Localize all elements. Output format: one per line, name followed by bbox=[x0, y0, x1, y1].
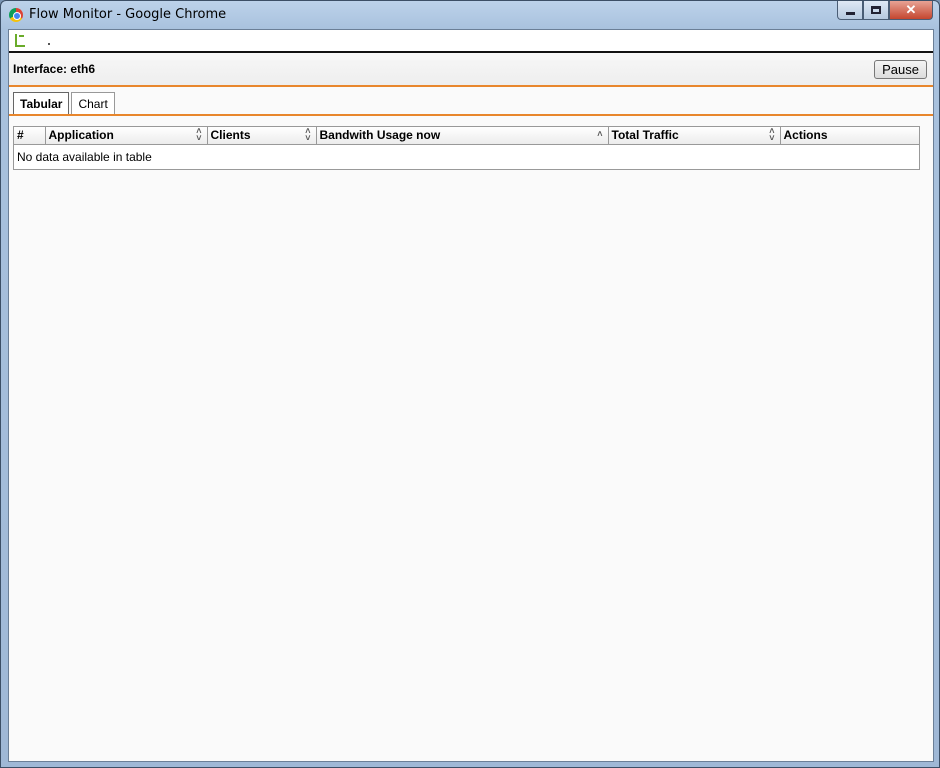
flows-table: # Application ˄ ˅ Clients ˄ ˅ Bandwith Usage… bbox=[13, 126, 920, 170]
column-header-actions: Actions bbox=[780, 127, 919, 145]
page-icon bbox=[15, 34, 25, 47]
browser-window: Flow Monitor - Google Chrome ✕ Interface… bbox=[0, 0, 940, 768]
column-header-application[interactable]: Application ˄ ˅ bbox=[45, 126, 208, 145]
table-header-row: # Application ˄ ˅ Clients ˄ ˅ Bandwith Usage… bbox=[14, 126, 919, 145]
sort-both-icon: ˄ ˅ bbox=[196, 126, 202, 143]
column-header-total-traffic[interactable]: Total Traffic ˄ ˅ bbox=[608, 126, 781, 145]
panel-header: Interface: eth6 Pause bbox=[9, 53, 933, 87]
sort-both-icon: ˄ ˅ bbox=[769, 126, 775, 143]
minimize-icon bbox=[845, 11, 855, 15]
page-content: Interface: eth6 Pause Tabular Chart # Ap… bbox=[8, 29, 934, 762]
tab-tabular[interactable]: Tabular bbox=[13, 92, 70, 114]
caption-buttons: ✕ bbox=[837, 1, 933, 20]
address-bar[interactable] bbox=[9, 30, 933, 53]
column-header-clients[interactable]: Clients ˄ ˅ bbox=[207, 126, 317, 145]
address-text bbox=[48, 43, 50, 45]
column-header-bandwidth[interactable]: Bandwith Usage now ˄ bbox=[316, 127, 609, 145]
empty-table-message: No data available in table bbox=[17, 149, 152, 164]
close-button[interactable]: ✕ bbox=[889, 1, 933, 20]
maximize-button[interactable] bbox=[863, 1, 889, 20]
table-row: No data available in table bbox=[14, 144, 919, 169]
tab-chart[interactable]: Chart bbox=[71, 92, 115, 114]
sort-asc-icon: ˄ bbox=[597, 129, 603, 139]
sort-both-icon: ˄ ˅ bbox=[305, 126, 311, 143]
title-bar[interactable]: Flow Monitor - Google Chrome ✕ bbox=[1, 1, 939, 29]
maximize-icon bbox=[871, 6, 881, 14]
interface-title: Interface: eth6 bbox=[13, 62, 96, 76]
column-header-index[interactable]: # bbox=[14, 127, 46, 145]
minimize-button[interactable] bbox=[837, 1, 863, 20]
close-icon: ✕ bbox=[905, 2, 917, 17]
view-tabs: Tabular Chart bbox=[9, 87, 933, 116]
window-title: Flow Monitor - Google Chrome bbox=[29, 7, 227, 22]
pause-button[interactable]: Pause bbox=[874, 59, 927, 79]
chrome-icon bbox=[9, 8, 23, 22]
